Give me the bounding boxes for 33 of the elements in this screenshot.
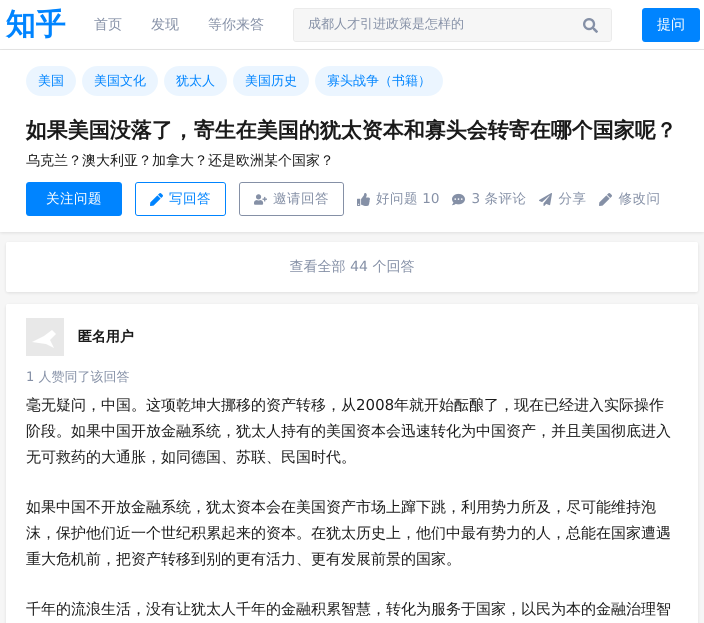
write-answer-button[interactable]: 写回答 [135,182,226,216]
topic-tag[interactable]: 美国文化 [82,66,158,96]
nav-link[interactable]: 等你来答 [208,16,264,34]
question-detail: 乌克兰？澳大利亚？加拿大？还是欧洲某个国家？ [26,152,335,170]
search-icon[interactable] [583,18,598,32]
search-field[interactable]: 成都人才引进政策是怎样的 [293,8,612,42]
answer-paragraph: 如果中国不开放金融系统，犹太资本会在美国资产市场上蹿下跳，利用势力所及，尽可能维持泡沫，保护他们近一个世纪积累起来的资本。在犹太历史上，他们中最有势力的人，总能在国家遭遇重大危机前，把资产转移到别的更有活力、更有发展前景的国家。 [26,497,672,570]
speech-bubble-icon [452,192,466,206]
action-link[interactable]: 3 条评论 [452,182,526,216]
pencil-icon [599,192,612,206]
follow-button[interactable]: 关注问题 [26,182,122,216]
author-name[interactable]: 匿名用户 [78,328,134,346]
thumbs-up-icon [357,192,370,206]
view-all-link[interactable]: 查看全部 44 个回答 [6,242,698,292]
nav-link[interactable]: 首页 [94,16,122,34]
topic-tag[interactable]: 寡头战争（书籍） [315,66,443,96]
add-user-icon [254,192,267,206]
paper-plane-icon [539,192,552,206]
logo[interactable]: 知乎 [6,10,66,40]
nav-link[interactable]: 发现 [151,16,179,34]
invite-button[interactable]: 邀请回答 [239,182,344,216]
action-link[interactable]: 分享 [539,182,586,216]
answer-paragraph: 千年的流浪生活，没有让犹太人千年的金融积累智慧，转化为服务于国家，以民为本的金融治理智 [26,599,672,620]
vote-count: 1 人赞同了该回答 [26,369,130,386]
topic-tag[interactable]: 美国 [26,66,76,96]
topic-tag[interactable]: 犹太人 [164,66,227,96]
action-link[interactable]: 好问题 10 [357,182,440,216]
question-title: 如果美国没落了，寄生在美国的犹太资本和寡头会转寄在哪个国家呢？ [26,117,678,144]
pencil-icon [150,192,163,206]
ask-button[interactable]: 提问 [642,8,700,42]
action-link[interactable]: 修改问 [599,182,660,216]
answer-paragraph: 毫无疑问，中国。这项乾坤大挪移的资产转移，从2008年就开始酝酿了，现在已经进入实际操作阶段。如果中国开放金融系统，犹太人持有的美国资本会迅速转化为中国资产，并且美国彻底进入无可救药的大通胀，如同德国、苏联、民国时代。 [26,395,672,468]
topic-tag[interactable]: 美国历史 [233,66,309,96]
